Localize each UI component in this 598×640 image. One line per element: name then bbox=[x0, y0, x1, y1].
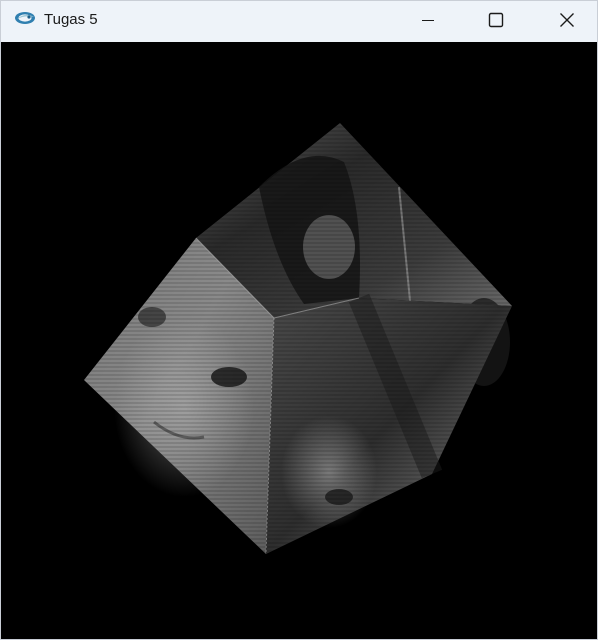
window-title: Tugas 5 bbox=[44, 11, 98, 28]
opengl-app-icon bbox=[14, 10, 36, 26]
title-bar[interactable]: Tugas 5 bbox=[1, 1, 597, 42]
right-face bbox=[266, 293, 512, 554]
close-button[interactable] bbox=[544, 1, 590, 38]
app-window: Tugas 5 bbox=[0, 0, 598, 640]
maximize-button[interactable] bbox=[473, 1, 519, 38]
opengl-canvas[interactable] bbox=[4, 42, 596, 638]
maximize-icon bbox=[488, 12, 504, 28]
minimize-button[interactable] bbox=[405, 1, 451, 38]
minimize-icon bbox=[421, 13, 435, 27]
close-icon bbox=[559, 12, 575, 28]
